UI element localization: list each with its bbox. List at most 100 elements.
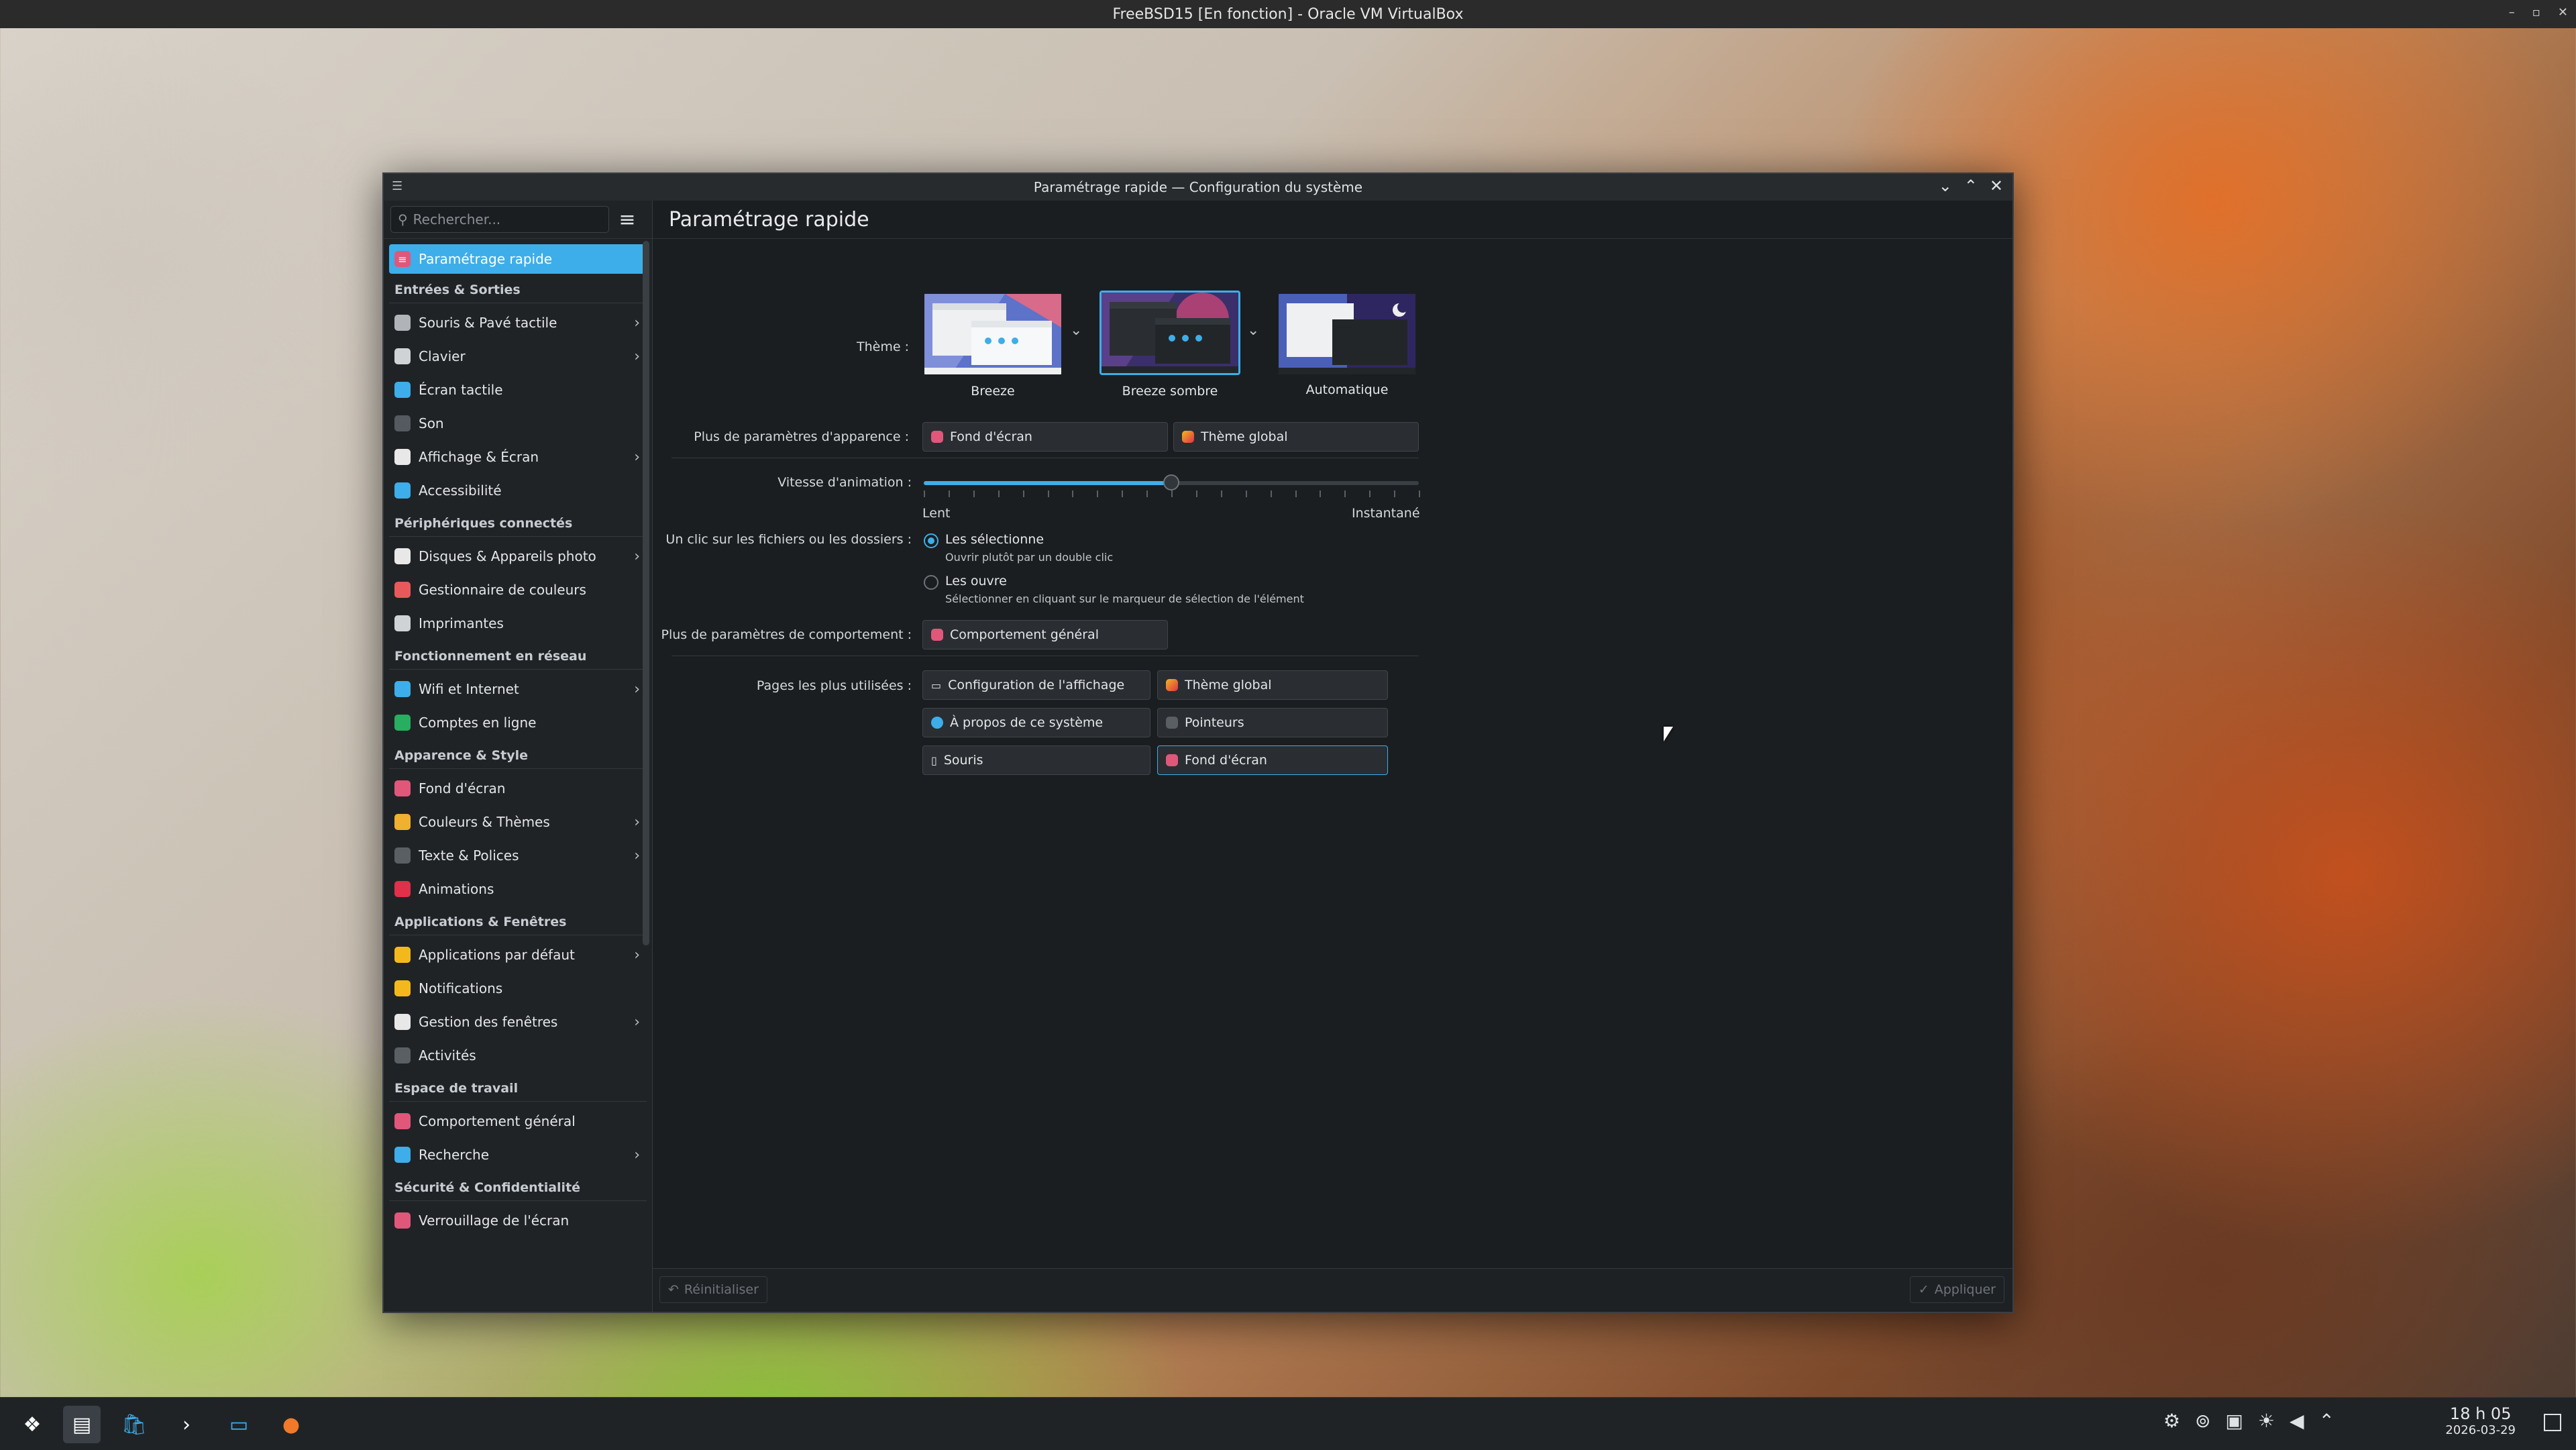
chevron-right-icon: › <box>634 448 640 466</box>
chevron-right-icon: › <box>634 847 640 864</box>
sidebar-item[interactable]: Disques & Appareils photo › <box>389 539 647 573</box>
display-icon <box>394 449 411 465</box>
sidebar-item[interactable]: Verrouillage de l'écran <box>389 1204 647 1237</box>
slider-tick <box>1320 490 1322 497</box>
sidebar-item[interactable]: Texte & Polices › <box>389 839 647 872</box>
sidebar-item[interactable]: Wifi et Internet › <box>389 672 647 706</box>
search-input[interactable]: ⚲ Rechercher... <box>390 206 609 233</box>
sidebar-item-label: Écran tactile <box>419 382 503 398</box>
vbox-minimize-icon[interactable]: – <box>2509 5 2515 19</box>
tray-settings-icon[interactable]: ⚙ <box>2163 1410 2180 1432</box>
page-global-theme[interactable]: Thème global <box>1157 670 1388 700</box>
accessibility-icon <box>394 482 411 499</box>
tray-brightness-icon[interactable]: ☀ <box>2258 1410 2275 1432</box>
theme-thumb-automatic[interactable] <box>1277 292 1417 376</box>
tray-expand-icon[interactable]: ⌃ <box>2319 1410 2334 1432</box>
sidebar-item-label: Fond d'écran <box>419 780 506 796</box>
sidebar-item[interactable]: Notifications <box>389 972 647 1005</box>
page-label: À propos de ce système <box>950 715 1104 730</box>
page-mouse[interactable]: ▯ Souris <box>922 745 1150 775</box>
sidebar-item[interactable]: Animations <box>389 872 647 906</box>
click-behavior-label: Un clic sur les fichiers ou les dossiers… <box>665 532 912 547</box>
slider-tick <box>1146 490 1148 497</box>
theme-thumb-breeze-dark[interactable] <box>1099 291 1240 375</box>
undo-icon: ↶ <box>668 1282 679 1297</box>
general-behavior-button-label: Comportement général <box>950 627 1099 642</box>
sidebar-item[interactable]: Affichage & Écran › <box>389 440 647 474</box>
general-behavior-button[interactable]: Comportement général <box>922 620 1168 650</box>
slider-tick <box>1072 490 1074 497</box>
vbox-restore-icon[interactable]: ▫ <box>2532 5 2540 19</box>
page-wallpaper[interactable]: Fond d'écran <box>1157 745 1388 775</box>
sidebar-item[interactable]: Applications par défaut › <box>389 938 647 972</box>
minimize-icon[interactable]: ⌄ <box>1939 176 1952 195</box>
globe-icon <box>394 681 411 697</box>
sidebar-item[interactable]: Gestion des fenêtres › <box>389 1005 647 1039</box>
sidebar-scrollbar[interactable] <box>643 241 649 945</box>
sidebar-item-quick-settings[interactable]: ≡ Paramétrage rapide <box>389 244 647 274</box>
slider-tick <box>1122 490 1124 497</box>
theme-thumb-breeze[interactable] <box>922 292 1063 376</box>
sidebar-item[interactable]: Son <box>389 407 647 440</box>
theme-breeze-options-chevron-icon[interactable]: ⌄ <box>1070 322 1082 339</box>
page-about-system[interactable]: À propos de ce système <box>922 708 1150 737</box>
firefox-icon[interactable]: ● <box>272 1406 310 1443</box>
sidebar-item[interactable]: Recherche › <box>389 1138 647 1172</box>
sidebar-item[interactable]: Gestionnaire de couleurs <box>389 573 647 607</box>
app-launcher-icon[interactable]: ❖ <box>13 1406 51 1443</box>
sidebar-item[interactable]: Écran tactile <box>389 373 647 407</box>
window-icon <box>394 1014 411 1030</box>
general-behavior-icon <box>931 629 943 641</box>
global-theme-button[interactable]: Thème global <box>1173 422 1419 452</box>
file-manager-icon[interactable]: ▭ <box>220 1406 258 1443</box>
theme-breeze-dark-options-chevron-icon[interactable]: ⌄ <box>1247 322 1259 339</box>
wallpaper-icon <box>394 780 411 796</box>
tray-clipboard-icon[interactable]: ▣ <box>2225 1410 2243 1432</box>
sidebar-item[interactable]: Couleurs & Thèmes › <box>389 805 647 839</box>
radio-open[interactable] <box>924 575 938 590</box>
sidebar-item[interactable]: Accessibilité <box>389 474 647 507</box>
window-menu-icon[interactable]: ☰ <box>392 179 407 193</box>
sidebar-item[interactable]: Comportement général <box>389 1104 647 1138</box>
animation-speed-slider[interactable] <box>924 474 1419 490</box>
discover-icon[interactable]: 🛍 <box>115 1406 153 1443</box>
slider-tick <box>1220 490 1222 497</box>
mouse-icon: ▯ <box>931 754 937 767</box>
clock[interactable]: 18 h 05 2026-03-29 <box>2445 1404 2516 1437</box>
sidebar-item[interactable]: Souris & Pavé tactile › <box>389 306 647 340</box>
mouse-icon <box>394 315 411 331</box>
appearance-label: Plus de paramètres d'apparence : <box>694 429 909 444</box>
tray-volume-icon[interactable]: ◀ <box>2290 1410 2304 1432</box>
page-display-config[interactable]: ▭ Configuration de l'affichage <box>922 670 1150 700</box>
sidebar-section-title: Fonctionnement en réseau <box>389 640 647 670</box>
system-settings-task-icon[interactable]: ▤ <box>63 1406 101 1443</box>
wallpaper-button[interactable]: Fond d'écran <box>922 422 1168 452</box>
sidebar: ⚲ Rechercher... ≡ ≡ Paramétrage rapide E… <box>384 201 653 1312</box>
tray-network-icon[interactable]: ⊚ <box>2195 1410 2210 1432</box>
sidebar-item[interactable]: Clavier › <box>389 340 647 373</box>
behavior-label: Plus de paramètres de comportement : <box>661 627 912 642</box>
hamburger-menu-icon[interactable]: ≡ <box>616 208 639 231</box>
maximize-icon[interactable]: ⌃ <box>1964 176 1978 195</box>
page-pointers[interactable]: Pointeurs <box>1157 708 1388 737</box>
slider-tick <box>924 490 925 497</box>
clock-date: 2026-03-29 <box>2445 1423 2516 1437</box>
animation-speed-slider-handle[interactable] <box>1163 474 1179 490</box>
reset-button[interactable]: ↶ Réinitialiser <box>659 1276 767 1303</box>
vbox-close-icon[interactable]: ✕ <box>2558 5 2568 19</box>
sidebar-item[interactable]: Activités <box>389 1039 647 1072</box>
sidebar-item-label: Disques & Appareils photo <box>419 548 596 564</box>
sidebar-section-title: Périphériques connectés <box>389 507 647 537</box>
radio-select-hint: Ouvrir plutôt par un double clic <box>945 551 1114 564</box>
sidebar-item-label: Texte & Polices <box>419 847 519 864</box>
sidebar-item[interactable]: Comptes en ligne <box>389 706 647 739</box>
radio-select[interactable] <box>924 533 938 548</box>
font-icon <box>394 847 411 864</box>
apply-button[interactable]: ✓ Appliquer <box>1909 1276 2004 1303</box>
show-desktop-icon[interactable] <box>2544 1414 2561 1431</box>
terminal-icon[interactable]: › <box>168 1406 205 1443</box>
sidebar-item-label: Son <box>419 415 444 431</box>
sidebar-item[interactable]: Imprimantes <box>389 607 647 640</box>
close-icon[interactable]: ✕ <box>1990 176 2003 195</box>
sidebar-item[interactable]: Fond d'écran <box>389 772 647 805</box>
